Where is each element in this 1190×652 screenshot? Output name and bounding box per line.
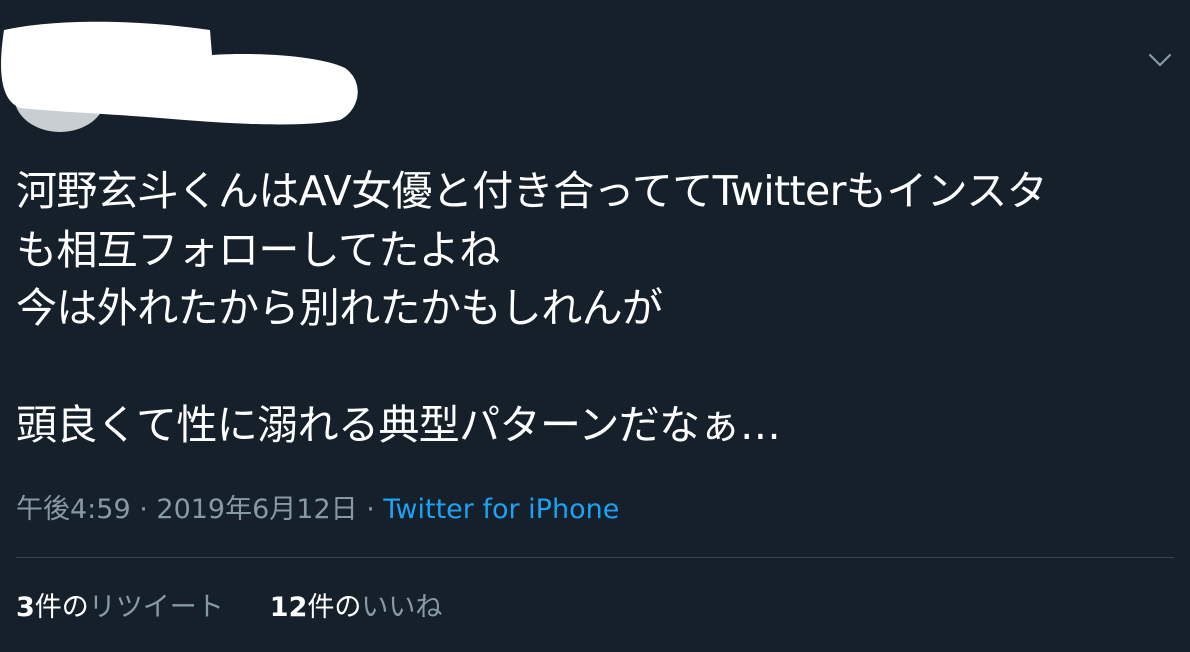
redaction-scribble xyxy=(1,21,358,125)
tweet-text: 河野玄斗くんはAV女優と付き合っててTwitterもインスタ も相互フォローして… xyxy=(16,167,1048,449)
chevron-down-icon xyxy=(1148,53,1172,67)
tweet-stats: 3件のリツイート 12件のいいね xyxy=(16,590,442,626)
like-label: いいね xyxy=(361,592,443,623)
divider xyxy=(16,557,1174,558)
meta-separator: · xyxy=(130,494,157,525)
likes-stat[interactable]: 12件のいいね xyxy=(270,590,443,626)
tweet-metadata: 午後4:59 · 2019年6月12日 · Twitter for iPhone xyxy=(16,492,619,528)
tweet-menu-button[interactable] xyxy=(1146,48,1174,72)
tweet-time[interactable]: 午後4:59 xyxy=(16,494,131,525)
meta-separator: · xyxy=(357,494,384,525)
tweet-date[interactable]: 2019年6月12日 xyxy=(156,494,357,525)
like-unit: 件の xyxy=(307,592,362,623)
retweet-unit: 件の xyxy=(34,592,89,623)
retweets-stat[interactable]: 3件のリツイート xyxy=(16,590,224,626)
like-count: 12 xyxy=(269,592,308,623)
retweet-label: リツイート xyxy=(88,592,224,623)
tweet-source-link[interactable]: Twitter for iPhone xyxy=(383,494,619,525)
retweet-count: 3 xyxy=(16,592,35,623)
user-header xyxy=(0,0,380,140)
